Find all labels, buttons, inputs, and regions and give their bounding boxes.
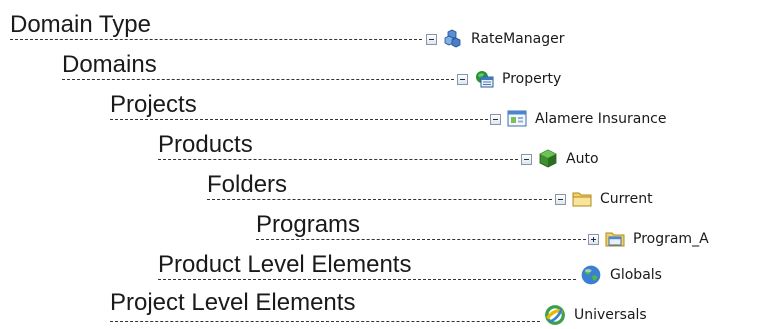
leader-line bbox=[110, 119, 488, 120]
tree-row-domain-type: Domain Type RateManager bbox=[0, 6, 761, 48]
level-label-domain-type: Domain Type bbox=[10, 11, 151, 38]
tree-row-folders: Folders Current bbox=[0, 166, 761, 207]
collapse-toggle-icon[interactable] bbox=[490, 113, 501, 125]
leader-line bbox=[62, 79, 454, 80]
rings-icon bbox=[544, 304, 566, 326]
tree-row-domains: Domains Property bbox=[0, 46, 761, 88]
expand-toggle-icon[interactable] bbox=[588, 233, 599, 245]
tree-row-product-level-elements: Product Level Elements Globals bbox=[0, 246, 761, 285]
node-label-globals: Globals bbox=[610, 267, 662, 283]
tree-node-universals[interactable]: Universals bbox=[544, 304, 647, 326]
leader-line bbox=[158, 279, 576, 280]
level-label-projects: Projects bbox=[110, 91, 197, 118]
collapse-toggle-icon[interactable] bbox=[521, 153, 532, 165]
globe-icon bbox=[580, 264, 602, 286]
tree-row-programs: Programs Program_A bbox=[0, 206, 761, 247]
tree-row-products: Products Auto bbox=[0, 126, 761, 168]
leader-line bbox=[207, 199, 552, 200]
level-label-programs: Programs bbox=[256, 211, 361, 238]
collapse-toggle-icon[interactable] bbox=[457, 73, 468, 85]
leader-line bbox=[110, 321, 540, 322]
level-label-project-level-elements: Project Level Elements bbox=[110, 289, 356, 316]
tree-row-project-level-elements: Project Level Elements Universals bbox=[0, 284, 761, 325]
node-label-universals: Universals bbox=[574, 307, 647, 323]
leader-line bbox=[256, 239, 586, 240]
leader-line bbox=[158, 159, 518, 160]
collapse-toggle-icon[interactable] bbox=[426, 33, 437, 45]
collapse-toggle-icon[interactable] bbox=[555, 193, 566, 205]
level-label-products: Products bbox=[158, 131, 253, 158]
tree-row-projects: Projects Alamere Insurance bbox=[0, 86, 761, 127]
level-label-domains: Domains bbox=[62, 51, 157, 78]
level-label-product-level-elements: Product Level Elements bbox=[158, 251, 412, 278]
leader-line bbox=[10, 39, 422, 40]
tree-node-globals[interactable]: Globals bbox=[580, 264, 662, 286]
level-label-folders: Folders bbox=[207, 171, 288, 198]
